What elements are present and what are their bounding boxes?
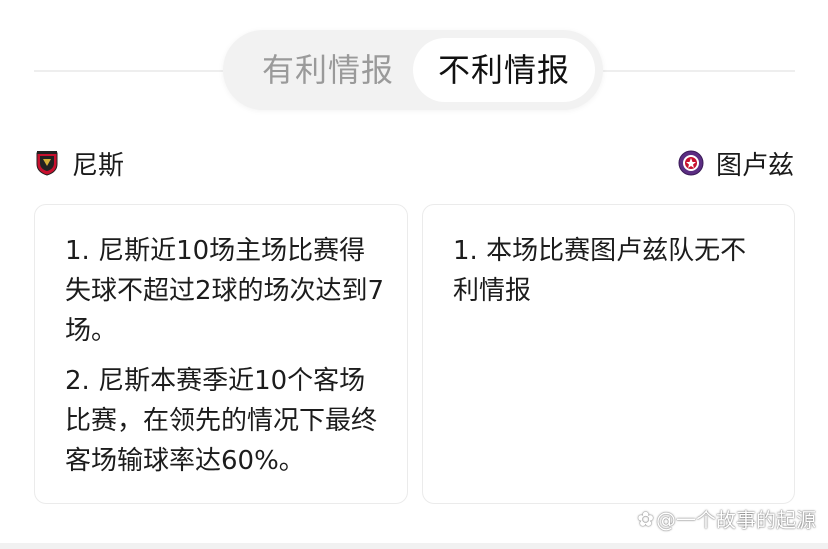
home-intel-card: 1. 尼斯近10场主场比赛得失球不超过2球的场次达到7场。 2. 尼斯本赛季近1…	[34, 204, 408, 504]
weibo-icon: ✿	[637, 506, 654, 531]
home-intel-item: 1. 尼斯近10场主场比赛得失球不超过2球的场次达到7场。	[65, 236, 385, 346]
tab-favorable-intel[interactable]: 有利情报	[243, 38, 413, 102]
watermark-text: @一个故事的起源	[656, 508, 816, 532]
divider-left	[34, 70, 224, 72]
away-team-header: 图卢兹	[678, 145, 794, 181]
tab-unfavorable-intel[interactable]: 不利情报	[413, 38, 595, 102]
away-intel-card: 1. 本场比赛图卢兹队无不利情报	[422, 204, 795, 504]
nice-club-crest-icon	[34, 150, 60, 176]
home-intel-item: 2. 尼斯本赛季近10个客场比赛，在领先的情况下最终客场输球率达60%。	[65, 366, 378, 476]
home-team-name: 尼斯	[72, 150, 125, 181]
away-intel-item: 1. 本场比赛图卢兹队无不利情报	[453, 236, 747, 306]
intel-tab-switcher: 有利情报 不利情报	[223, 30, 603, 110]
divider-right	[602, 70, 795, 72]
toulouse-club-crest-icon	[678, 150, 704, 176]
away-team-name: 图卢兹	[715, 150, 794, 181]
home-team-header: 尼斯	[34, 145, 124, 181]
bottom-bar	[0, 543, 828, 549]
watermark: ✿ @一个故事的起源	[637, 504, 816, 533]
